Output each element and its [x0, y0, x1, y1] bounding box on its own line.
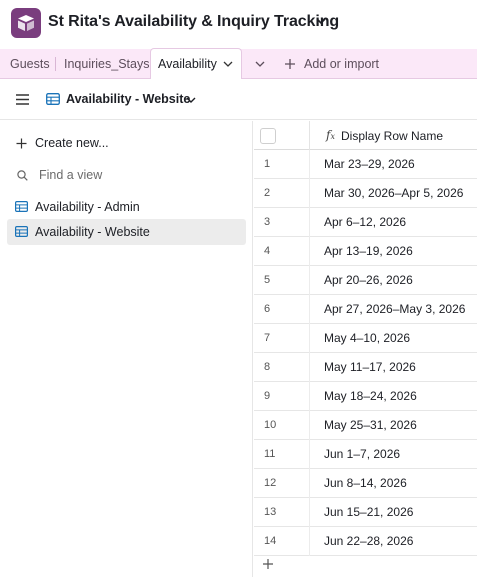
grid-view-icon [15, 201, 28, 212]
sidebar-view-availability-admin[interactable]: Availability - Admin [7, 194, 246, 220]
row-number: 5 [264, 274, 271, 286]
table-row[interactable]: 9 May 18–24, 2026 [254, 382, 477, 411]
table-row[interactable]: 2 Mar 30, 2026–Apr 5, 2026 [254, 179, 477, 208]
views-sidebar: Create new... Find a view Availability -… [0, 121, 253, 577]
current-view-name[interactable]: Availability - Website [66, 92, 190, 106]
display-row-name-cell[interactable]: Apr 20–26, 2026 [324, 273, 413, 287]
chevron-down-icon[interactable] [186, 96, 196, 104]
row-number: 11 [264, 448, 276, 460]
column-divider [309, 382, 310, 411]
display-row-name-cell[interactable]: Mar 30, 2026–Apr 5, 2026 [324, 186, 463, 200]
display-row-name-cell[interactable]: Apr 27, 2026–May 3, 2026 [324, 302, 465, 316]
column-divider [309, 440, 310, 469]
row-number: 2 [264, 187, 271, 199]
row-number: 7 [264, 332, 271, 344]
chevron-down-icon[interactable] [254, 59, 266, 69]
base-title[interactable]: St Rita's Availability & Inquiry Trackin… [48, 13, 339, 31]
column-divider [309, 179, 310, 208]
table-row[interactable]: 5 Apr 20–26, 2026 [254, 266, 477, 295]
table-row[interactable]: 4 Apr 13–19, 2026 [254, 237, 477, 266]
display-row-name-cell[interactable]: May 25–31, 2026 [324, 418, 417, 432]
chevron-down-icon[interactable] [316, 17, 326, 25]
column-divider [309, 208, 310, 237]
app-header: St Rita's Availability & Inquiry Trackin… [0, 0, 477, 48]
view-item-label: Availability - Website [35, 225, 150, 239]
display-row-name-cell[interactable]: May 18–24, 2026 [324, 389, 417, 403]
table-row[interactable]: 1 Mar 23–29, 2026 [254, 150, 477, 179]
row-number: 14 [264, 535, 277, 547]
data-grid: fx Display Row Name 1 Mar 23–29, 2026 2 … [254, 121, 477, 577]
column-divider [309, 295, 310, 324]
tab-availability[interactable]: Availability [150, 48, 242, 79]
tab-guests[interactable]: Guests [10, 49, 50, 79]
table-row[interactable]: 6 Apr 27, 2026–May 3, 2026 [254, 295, 477, 324]
sidebar-view-availability-website[interactable]: Availability - Website [7, 219, 246, 245]
row-number: 10 [264, 419, 277, 431]
row-number: 6 [264, 303, 271, 315]
column-header-display-row-name[interactable]: Display Row Name [341, 129, 443, 143]
column-divider [309, 411, 310, 440]
column-divider [309, 121, 310, 150]
table-row[interactable]: 14 Jun 22–28, 2026 [254, 527, 477, 556]
display-row-name-cell[interactable]: May 11–17, 2026 [324, 360, 416, 374]
tab-divider [55, 57, 56, 71]
display-row-name-cell[interactable]: Jun 22–28, 2026 [324, 534, 413, 548]
column-divider [309, 324, 310, 353]
find-view-input[interactable]: Find a view [0, 165, 253, 187]
column-divider [309, 469, 310, 498]
view-toolbar: Availability - Website [0, 80, 477, 120]
tab-inquiries-stays[interactable]: Inquiries_Stays [64, 49, 149, 79]
row-number: 4 [264, 245, 271, 257]
display-row-name-cell[interactable]: Jun 1–7, 2026 [324, 447, 400, 461]
table-row[interactable]: 10 May 25–31, 2026 [254, 411, 477, 440]
column-divider [309, 150, 310, 179]
create-new-view-button[interactable]: Create new... [0, 133, 253, 155]
column-divider [309, 498, 310, 527]
table-tabs-bar: Guests Inquiries_Stays Availability Add … [0, 48, 477, 79]
row-number: 12 [264, 477, 277, 489]
grid-view-icon [15, 226, 28, 237]
table-row[interactable]: 12 Jun 8–14, 2026 [254, 469, 477, 498]
app-logo-icon[interactable] [11, 8, 41, 38]
display-row-name-cell[interactable]: May 4–10, 2026 [324, 331, 410, 345]
display-row-name-cell[interactable]: Mar 23–29, 2026 [324, 157, 415, 171]
create-new-label: Create new... [35, 136, 109, 150]
plus-icon [285, 59, 295, 69]
display-row-name-cell[interactable]: Apr 13–19, 2026 [324, 244, 413, 258]
display-row-name-cell[interactable]: Apr 6–12, 2026 [324, 215, 406, 229]
hamburger-menu-icon[interactable] [16, 94, 29, 105]
row-number: 1 [264, 158, 271, 170]
grid-header-row: fx Display Row Name [254, 121, 477, 150]
column-divider [309, 266, 310, 295]
table-row[interactable]: 11 Jun 1–7, 2026 [254, 440, 477, 469]
tab-availability-label: Availability [158, 57, 217, 71]
table-row[interactable]: 3 Apr 6–12, 2026 [254, 208, 477, 237]
row-number: 3 [264, 216, 271, 228]
column-divider [309, 237, 310, 266]
row-number: 9 [264, 390, 271, 402]
column-divider [309, 353, 310, 382]
add-row-plus-icon[interactable] [262, 558, 274, 570]
display-row-name-cell[interactable]: Jun 8–14, 2026 [324, 476, 407, 490]
view-item-label: Availability - Admin [35, 200, 140, 214]
row-number: 13 [264, 506, 277, 518]
grid-view-icon [46, 93, 60, 105]
display-row-name-cell[interactable]: Jun 15–21, 2026 [324, 505, 413, 519]
table-row[interactable]: 13 Jun 15–21, 2026 [254, 498, 477, 527]
table-row[interactable]: 7 May 4–10, 2026 [254, 324, 477, 353]
formula-icon: fx [326, 128, 335, 142]
chevron-down-icon[interactable] [223, 60, 233, 68]
plus-icon [16, 138, 27, 149]
add-or-import-label: Add or import [304, 57, 380, 71]
column-divider [309, 527, 310, 556]
row-number: 8 [264, 361, 271, 373]
find-view-placeholder: Find a view [39, 168, 103, 182]
table-row[interactable]: 8 May 11–17, 2026 [254, 353, 477, 382]
search-icon [17, 170, 28, 181]
select-all-checkbox[interactable] [260, 128, 276, 144]
